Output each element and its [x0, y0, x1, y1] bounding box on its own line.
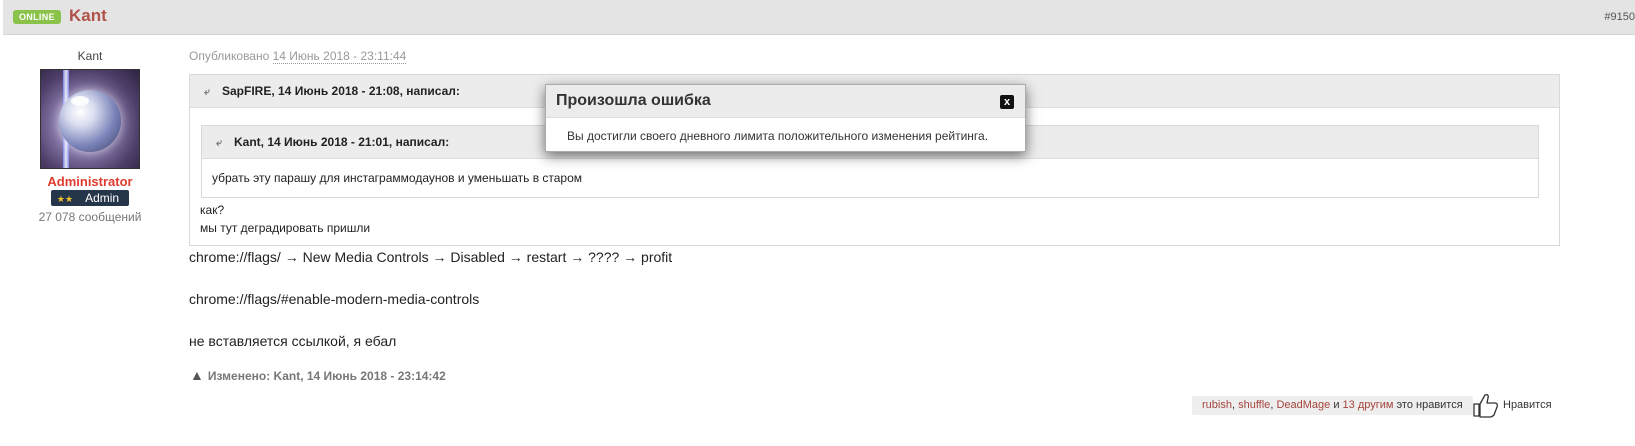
author-info: Kant Administrator ★★ Admin 27 078 сообще… — [10, 47, 170, 224]
likes-suffix: это нравится — [1396, 399, 1463, 411]
online-badge: ONLINE — [13, 10, 61, 24]
dialog-message: Вы достигли своего дневного лимита полож… — [567, 129, 989, 143]
post-paragraph: chrome://flags/ → New Media Controls → D… — [189, 249, 673, 265]
author-nickname[interactable]: Kant — [10, 49, 170, 63]
edited-text: Изменено: Kant, 14 Июнь 2018 - 23:14:42 — [207, 369, 446, 383]
rank-badge: ★★ Admin — [50, 190, 130, 206]
posted-line: Опубликовано 14 Июнь 2018 - 23:11:44 — [189, 49, 407, 64]
like-button-label: Нравится — [1503, 399, 1552, 411]
like-user-link[interactable]: rubish — [1202, 399, 1232, 411]
likes-and: и — [1333, 399, 1340, 411]
like-user-link[interactable]: shuffle — [1238, 399, 1270, 411]
quote-inner-text: убрать эту парашу для инстаграммодаунов … — [212, 171, 583, 185]
posted-date[interactable]: 14 Июнь 2018 - 23:11:44 — [272, 49, 407, 64]
post-paragraph: chrome://flags/#enable-modern-media-cont… — [189, 291, 480, 307]
likes-others-link[interactable]: 13 другим — [1343, 399, 1394, 411]
likes-separator: , — [1270, 399, 1274, 411]
close-icon[interactable]: x — [1000, 95, 1014, 109]
dialog-title: Произошла ошибка — [556, 92, 711, 109]
author-name-link[interactable]: Kant — [69, 6, 107, 26]
quote-inner-citation: Kant, 14 Июнь 2018 - 21:01, написал: — [234, 135, 450, 149]
warning-icon: ▲ — [190, 367, 204, 383]
likes-summary: rubish, shuffle, DeadMage и 13 другим эт… — [1192, 396, 1473, 415]
likes-separator: , — [1231, 399, 1236, 411]
quote-snapback-icon[interactable]: ⤶ — [204, 76, 218, 108]
post-body: chrome://flags/ → New Media Controls → D… — [189, 249, 672, 375]
quote-outer-citation: SapFIRE, 14 Июнь 2018 - 21:08, написал: — [222, 84, 460, 98]
like-button[interactable]: Нравится — [1472, 392, 1552, 418]
avatar-sphere — [59, 90, 121, 152]
post-header: ONLINE Kant #9150 — [3, 0, 1635, 35]
dialog-header: Произошла ошибка x — [546, 85, 1025, 118]
quote-outer-line: как? — [200, 203, 225, 217]
quote-outer-text: как? мы тут деградировать пришли — [200, 201, 370, 237]
star-icon: ★★ — [56, 194, 74, 204]
thumbs-up-icon — [1473, 393, 1499, 418]
rank-label: Admin — [85, 191, 120, 205]
quote-snapback-icon[interactable]: ⤶ — [216, 127, 230, 159]
edited-note: ▲ Изменено: Kant, 14 Июнь 2018 - 23:14:42 — [190, 367, 446, 383]
posted-prefix: Опубликовано — [189, 49, 270, 63]
avatar[interactable] — [40, 69, 140, 169]
error-dialog: Произошла ошибка x Вы достигли своего дн… — [545, 84, 1026, 152]
post-number-link[interactable]: #9150 — [1604, 11, 1635, 23]
like-user-link[interactable]: DeadMage — [1276, 399, 1330, 411]
avatar-highlight — [71, 96, 89, 106]
post-count: 27 078 сообщений — [38, 210, 142, 224]
quote-outer-line: мы тут деградировать пришли — [200, 221, 371, 235]
author-role: Administrator — [47, 174, 133, 189]
